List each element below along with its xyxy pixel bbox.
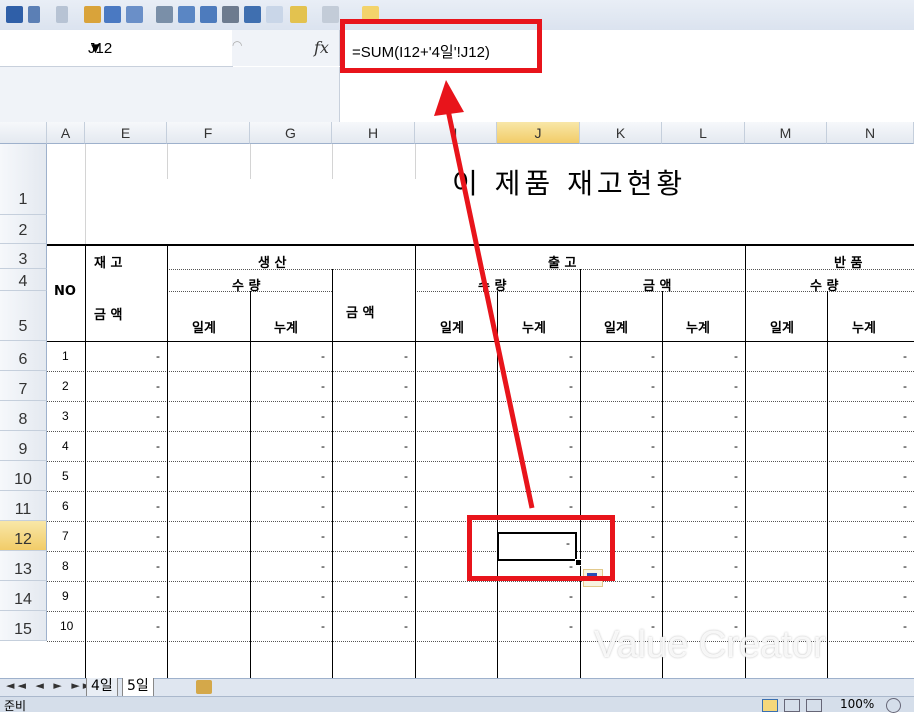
tab-5day[interactable]: 5일	[122, 678, 154, 697]
zoom-level: 100%	[840, 697, 875, 711]
watermark: Value Creator	[594, 624, 826, 666]
dash-cell: -	[566, 536, 570, 550]
tab-navigation-icon[interactable]: ◄◄ ◄ ► ►►	[6, 679, 94, 692]
page-break-icon[interactable]	[806, 699, 822, 712]
status-ready: 준비	[4, 699, 27, 713]
insert-sheet-icon[interactable]	[196, 680, 212, 694]
sheet-tabs-bar: ◄◄ ◄ ► ►► 4일 5일	[0, 678, 914, 697]
status-bar: 준비 100%	[0, 696, 914, 713]
page-layout-icon[interactable]	[784, 699, 800, 712]
red-arrow	[434, 80, 535, 509]
normal-view-icon[interactable]	[762, 699, 778, 712]
tab-4day[interactable]: 4일	[86, 678, 118, 697]
